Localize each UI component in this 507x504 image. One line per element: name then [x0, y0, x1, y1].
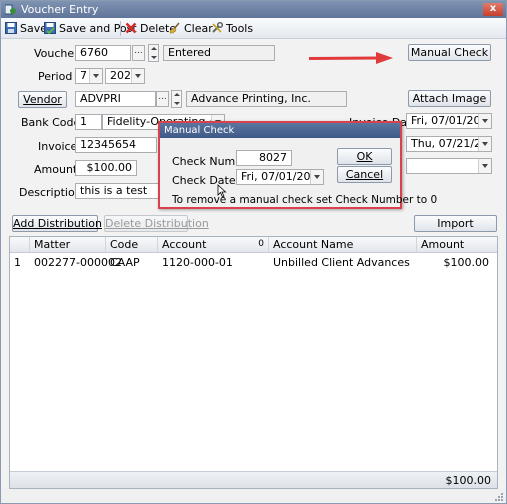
voucher-spinner[interactable] [148, 44, 159, 62]
app-icon [5, 4, 16, 15]
due-date-picker[interactable]: Thu, 07/21/2022 [406, 136, 492, 152]
voucher-input[interactable]: 6760 [75, 45, 131, 61]
cancel-button[interactable]: Cancel [337, 166, 392, 183]
toolbar: Save Save and Post Delete Clear Tools [1, 18, 506, 39]
voucher-label: Voucher [34, 47, 79, 60]
clear-label: Clear [184, 22, 213, 35]
grid-footer: $100.00 [10, 471, 497, 488]
add-distribution-hotkey: Add Distribution [13, 217, 102, 230]
account-header-badge: 0 [258, 239, 264, 249]
window-title: Voucher Entry [21, 3, 99, 16]
period-year-select[interactable]: 2022 [105, 68, 145, 84]
vendor-button-label: Vendor [23, 93, 62, 106]
tools-button[interactable]: Tools [211, 21, 253, 37]
amount-input[interactable]: $100.00 [75, 160, 137, 176]
chevron-down-icon [478, 137, 491, 151]
tools-icon [212, 22, 223, 33]
column-header-account-name[interactable]: Account Name [269, 237, 417, 253]
annotation-arrow-icon [308, 52, 393, 64]
period-month-value: 7 [80, 69, 87, 82]
invoice-input[interactable]: 12345654 [75, 137, 157, 153]
terms-select[interactable] [406, 158, 492, 174]
manual-check-button[interactable]: Manual Check [408, 44, 491, 61]
clear-button[interactable]: Clear [169, 21, 213, 37]
check-date-picker[interactable]: Fri, 07/01/2022 [236, 169, 324, 185]
resize-grip-icon[interactable] [494, 492, 504, 502]
save-icon [5, 22, 17, 34]
column-header-amount[interactable]: Amount [417, 237, 497, 253]
delete-distribution-button[interactable]: Delete Distribution [104, 215, 209, 232]
cell-matter: 002277-000002 [34, 256, 122, 269]
close-button[interactable]: x [483, 3, 503, 16]
chevron-down-icon [89, 69, 102, 83]
vendor-button[interactable]: Vendor [18, 91, 67, 108]
attach-image-button[interactable]: Attach Image [408, 90, 491, 107]
grid-header: Matter Code Account 0 Account Name Amoun… [10, 237, 497, 253]
save-and-post-icon [44, 22, 56, 34]
voucher-status: Entered [163, 45, 275, 61]
save-label: Save [20, 22, 48, 35]
dialog-note: To remove a manual check set Check Numbe… [172, 194, 438, 206]
bank-code-input[interactable]: 1 [75, 114, 102, 130]
column-header-matter[interactable]: Matter [30, 237, 106, 253]
grid-total: $100.00 [445, 474, 492, 487]
amount-label: Amount [34, 163, 78, 176]
chevron-down-icon [478, 159, 491, 173]
save-button[interactable]: Save [5, 21, 47, 37]
ok-button[interactable]: OK [337, 148, 392, 165]
cell-amount: $100.00 [443, 256, 490, 269]
voucher-lookup-button[interactable]: ... [132, 45, 145, 61]
vendor-lookup-button[interactable]: ... [156, 91, 169, 107]
cell-account-name: Unbilled Client Advances [273, 256, 410, 269]
delete-x-icon [125, 22, 137, 34]
toolbar-separator [120, 21, 121, 36]
column-header-account[interactable]: Account 0 [158, 237, 269, 253]
chevron-down-icon [478, 114, 491, 128]
title-bar: Voucher Entry x [1, 1, 506, 18]
status-bar [1, 489, 506, 503]
save-and-post-button[interactable]: Save and Post [44, 21, 137, 37]
period-month-select[interactable]: 7 [75, 68, 103, 84]
mouse-cursor-icon [217, 184, 227, 198]
invoice-date-picker[interactable]: Fri, 07/01/2022 [406, 113, 492, 129]
check-number-input[interactable]: 8027 [236, 150, 292, 166]
vendor-spinner[interactable] [171, 90, 182, 108]
description-label: Description [19, 186, 82, 199]
chevron-down-icon [310, 170, 323, 184]
tools-label: Tools [226, 22, 254, 35]
account-header-label: Account [162, 238, 207, 251]
manual-check-dialog: Manual Check Check Number 8027 Check Dat… [158, 121, 437, 209]
vendor-code-input[interactable]: ADVPRI [75, 91, 156, 107]
row-number: 1 [14, 256, 21, 269]
dialog-title: Manual Check [160, 123, 400, 138]
description-input[interactable]: this is a test [75, 183, 160, 199]
period-label: Period [38, 70, 73, 83]
table-row[interactable]: 1 002277-000002 CAAP 1120-000-01 Unbille… [10, 255, 497, 271]
broom-icon [169, 22, 180, 34]
ok-button-label: OK [356, 150, 373, 163]
cancel-button-label: Cancel [345, 168, 384, 181]
invoice-label: Invoice [38, 140, 78, 153]
column-header-code[interactable]: Code [106, 237, 158, 253]
delete-distribution-label: Delete Distribution [105, 217, 209, 230]
bank-code-label: Bank Code [21, 116, 81, 129]
cell-account: 1120-000-01 [162, 256, 233, 269]
cell-code: CAAP [110, 256, 140, 269]
add-distribution-button[interactable]: Add Distribution [12, 215, 102, 232]
vendor-name: Advance Printing, Inc. [186, 91, 347, 107]
row-number-header [10, 237, 30, 253]
voucher-entry-window: Voucher Entry x Save Save and Post Delet… [0, 0, 507, 504]
chevron-down-icon [131, 69, 144, 83]
import-button[interactable]: Import [414, 215, 497, 232]
distribution-grid: Matter Code Account 0 Account Name Amoun… [9, 236, 498, 489]
